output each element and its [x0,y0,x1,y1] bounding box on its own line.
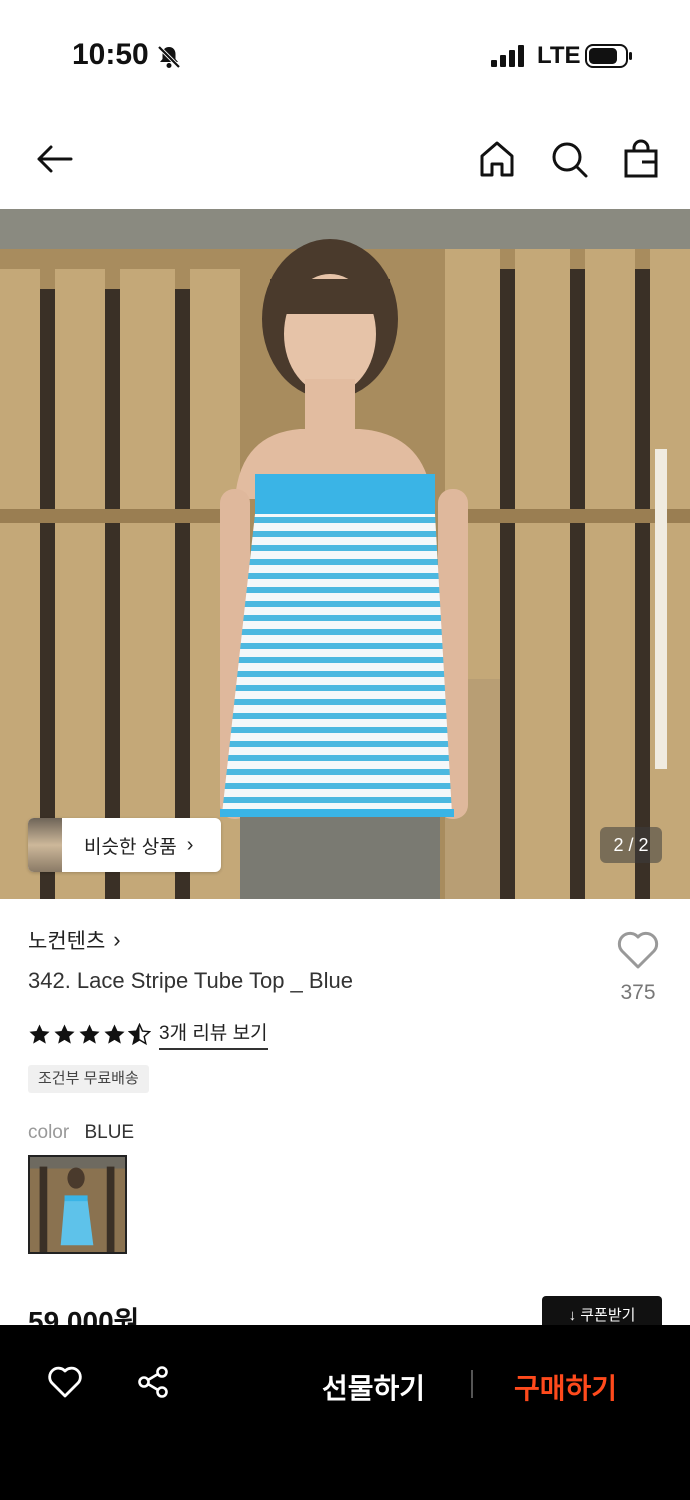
similar-products-thumbnail [28,818,62,872]
similar-products-label: 비슷한 상품 [84,836,177,858]
search-icon[interactable] [548,138,590,180]
star-icon [79,1023,100,1044]
heart-icon[interactable] [47,1365,83,1399]
top-nav [0,120,690,200]
star-half-icon [128,1022,151,1045]
star-icon [104,1023,125,1044]
network-type: LTE [537,42,581,69]
shipping-badge: 조건부 무료배송 [28,1065,149,1093]
color-label: color [28,1122,70,1143]
rating-row: 3개 리뷰 보기 [28,1018,268,1050]
gift-button[interactable]: 선물하기 [322,1367,425,1407]
color-option-thumbnail[interactable] [28,1155,127,1254]
chevron-right-icon: › [113,927,121,952]
image-page-indicator: 2 / 2 [600,827,662,863]
like-count: 375 [620,981,656,1004]
color-thumbnail-image [30,1157,125,1252]
divider [471,1370,473,1398]
status-bar: 10:50 LTE [0,0,690,110]
similar-products-button[interactable]: 비슷한 상품 › [28,818,221,872]
battery-icon [585,43,633,69]
color-row: color BLUE [28,1122,134,1144]
signal-icon [491,45,525,67]
star-rating [28,1022,151,1046]
bell-slash-icon [156,44,182,70]
status-time: 10:50 [72,38,149,71]
heart-icon[interactable] [616,930,660,970]
color-value: BLUE [84,1122,135,1143]
back-arrow-icon[interactable] [33,138,75,180]
chevron-right-icon: › [186,833,194,856]
star-icon [29,1023,50,1044]
home-icon[interactable] [476,138,518,180]
product-title: 342. Lace Stripe Tube Top _ Blue [28,968,353,993]
product-photo [0,209,690,899]
review-link[interactable]: 3개 리뷰 보기 [159,1018,268,1050]
buy-button[interactable]: 구매하기 [514,1367,617,1407]
share-icon[interactable] [136,1365,170,1399]
star-icon [54,1023,75,1044]
brand-link[interactable]: 노컨텐츠 › [28,925,121,955]
shopping-bag-icon[interactable] [620,138,662,180]
bottom-action-bar: 선물하기 구매하기 [0,1325,690,1500]
brand-name: 노컨텐츠 [28,930,106,953]
product-image[interactable]: 비슷한 상품 › 2 / 2 [0,209,690,899]
